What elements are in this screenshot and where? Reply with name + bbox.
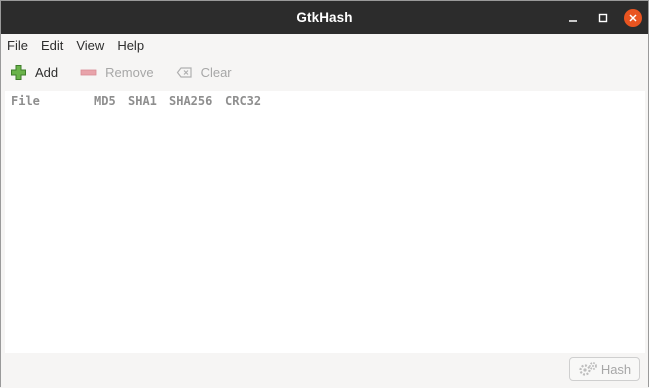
minimize-icon xyxy=(569,19,577,22)
window-title: GtkHash xyxy=(296,10,353,25)
title-bar[interactable]: GtkHash xyxy=(1,1,648,34)
minimize-button[interactable] xyxy=(564,9,582,27)
clear-icon xyxy=(176,64,193,81)
window-controls xyxy=(552,1,642,34)
clear-label: Clear xyxy=(200,64,232,80)
maximize-button[interactable] xyxy=(594,9,612,27)
plus-icon xyxy=(10,64,27,81)
column-header-md5[interactable]: MD5 xyxy=(94,94,116,108)
column-headers: File MD5 SHA1 SHA256 CRC32 xyxy=(5,91,645,113)
menu-view[interactable]: View xyxy=(76,38,104,53)
column-header-sha1[interactable]: SHA1 xyxy=(128,94,157,108)
remove-button[interactable]: Remove xyxy=(80,64,154,81)
hash-button[interactable]: Hash xyxy=(569,357,640,381)
maximize-icon xyxy=(598,13,608,22)
column-header-sha256[interactable]: SHA256 xyxy=(169,94,212,108)
column-header-file[interactable]: File xyxy=(11,94,40,108)
menu-file[interactable]: File xyxy=(7,38,28,53)
close-button[interactable] xyxy=(624,8,642,27)
minus-icon xyxy=(80,64,97,81)
menu-help[interactable]: Help xyxy=(117,38,144,53)
add-label: Add xyxy=(35,64,59,80)
bottom-bar: Hash xyxy=(1,353,648,388)
toolbar: Add Remove Clear xyxy=(1,56,648,88)
app-window: GtkHash File Edit View Help Add Remove C… xyxy=(0,0,649,388)
hash-label: Hash xyxy=(600,361,632,377)
clear-button[interactable]: Clear xyxy=(176,64,232,81)
menu-bar: File Edit View Help xyxy=(1,34,648,56)
file-list[interactable]: File MD5 SHA1 SHA256 CRC32 xyxy=(5,91,645,353)
remove-label: Remove xyxy=(105,64,154,80)
gears-icon xyxy=(578,361,598,377)
column-header-crc32[interactable]: CRC32 xyxy=(225,94,261,108)
menu-edit[interactable]: Edit xyxy=(41,38,63,53)
add-button[interactable]: Add xyxy=(10,64,58,81)
close-icon xyxy=(629,13,637,22)
